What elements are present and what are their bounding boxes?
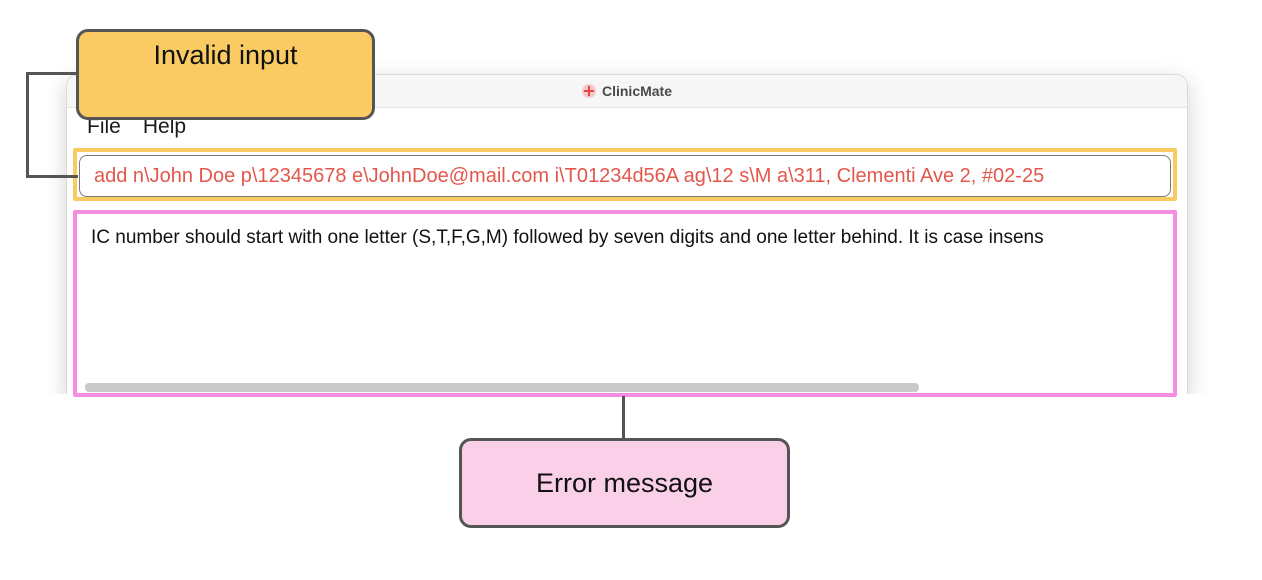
clinic-cross-icon	[581, 84, 596, 98]
window-title: ClinicMate	[601, 83, 672, 99]
callout-connector	[622, 396, 625, 440]
invalid-input-callout-label: Invalid input	[153, 40, 298, 70]
error-message-highlight	[73, 210, 1177, 397]
error-message-callout-label: Error message	[535, 467, 714, 498]
callout-connector	[26, 175, 78, 178]
callout-connector	[26, 72, 29, 178]
invalid-input-callout: Invalid input	[76, 29, 375, 120]
error-message-callout: Error message	[459, 438, 790, 528]
callout-connector	[26, 72, 80, 75]
invalid-input-highlight	[73, 148, 1177, 201]
